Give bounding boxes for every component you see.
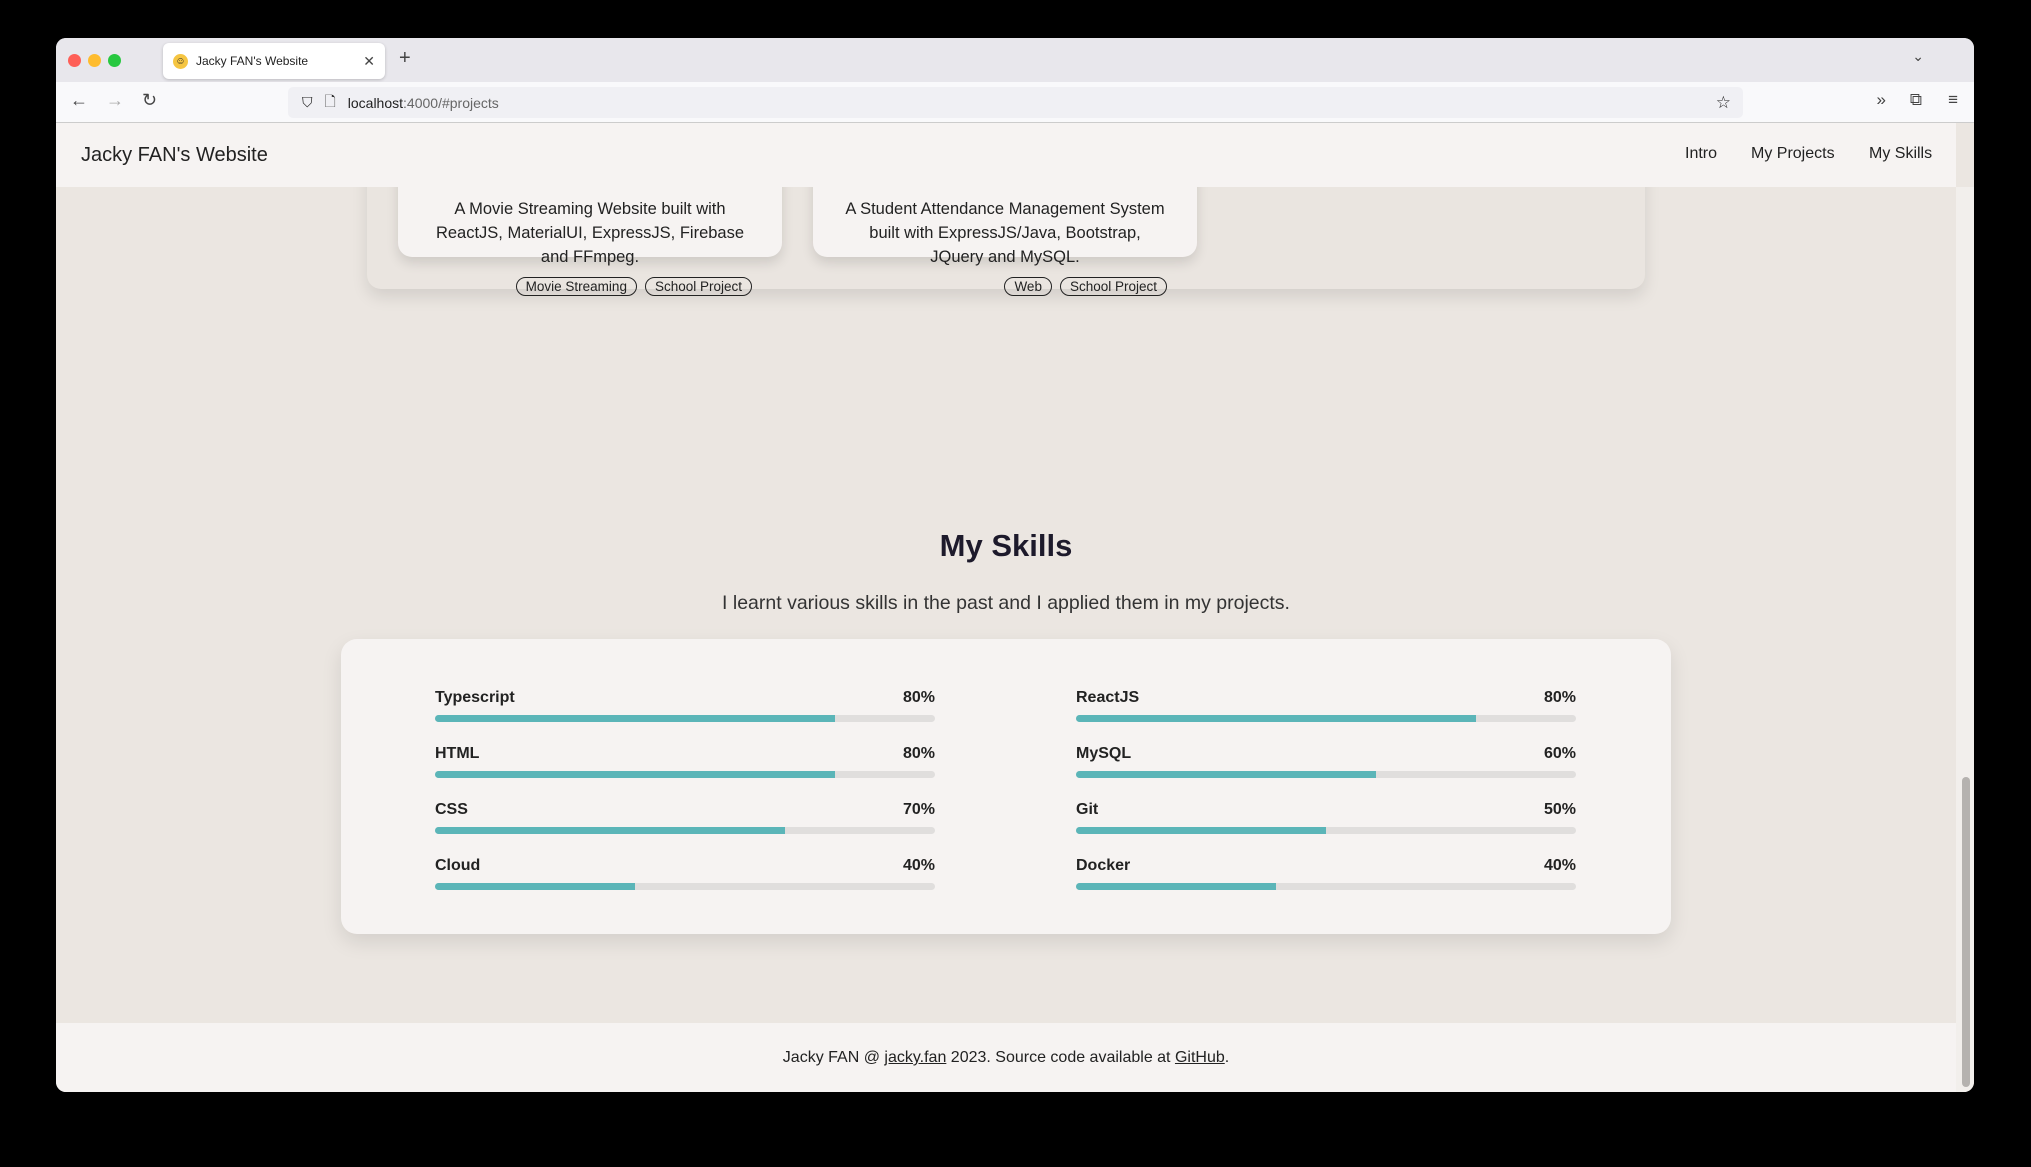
favicon-icon: ☺ — [173, 53, 188, 69]
skill-percent: 40% — [902, 857, 935, 874]
close-window-button[interactable] — [68, 54, 81, 67]
scrollbar-thumb[interactable] — [1962, 777, 1970, 1087]
new-tab-icon[interactable]: + — [399, 47, 411, 70]
reload-icon[interactable]: ↻ — [142, 90, 157, 111]
skill-percent: 70% — [902, 801, 935, 818]
tab-title: Jacky FAN's Website — [196, 54, 309, 68]
menu-icon[interactable]: ≡ — [1948, 90, 1958, 110]
footer-text: Jacky FAN @ — [782, 1049, 885, 1066]
skill-progress-fill — [435, 883, 635, 890]
skill-progress-track — [435, 771, 935, 778]
skills-card: Typescript 80% ReactJS 80% HTML 80% MySQL 60% CS… — [341, 639, 1671, 934]
site-header: Jacky FAN's Website Intro My Projects My… — [56, 123, 1956, 187]
skill-progress-fill — [1076, 827, 1326, 834]
project-description: A Student Attendance Management System b… — [845, 200, 1165, 266]
skill-percent: 50% — [1543, 801, 1576, 818]
skill-progress-track — [1076, 715, 1576, 722]
skill-progress-track — [1076, 827, 1576, 834]
forward-icon[interactable]: → — [106, 90, 124, 111]
skill-name: MySQL — [1076, 745, 1132, 762]
skill-progress-track — [1076, 883, 1576, 890]
skill-name: CSS — [435, 801, 468, 818]
bookmark-star-icon[interactable]: ☆ — [1716, 93, 1731, 113]
browser-window: ☺ Jacky FAN's Website ✕ + ⌄ ← → ↻ ⛉ 🗋 lo… — [56, 38, 1974, 1092]
skill-name: Docker — [1076, 857, 1131, 874]
skill-progress-fill — [1076, 771, 1376, 778]
skill-progress-fill — [435, 827, 785, 834]
page-icon: 🗋 — [324, 92, 336, 109]
back-icon[interactable]: ← — [70, 90, 88, 111]
project-tag: School Project — [1059, 277, 1167, 296]
project-tag: Web — [1004, 277, 1052, 296]
skill-item: Git 50% — [1076, 801, 1576, 847]
skill-percent: 40% — [1543, 857, 1576, 874]
nav-toolbar: ← → ↻ ⛉ 🗋 localhost:4000/#projects ☆ » ⧉… — [56, 82, 1974, 123]
footer-text: 2023. Source code available at — [946, 1049, 1175, 1066]
overflow-chevrons-icon[interactable]: » — [1877, 90, 1886, 110]
extensions-icon[interactable]: ⧉ — [1910, 90, 1922, 110]
minimize-window-button[interactable] — [88, 54, 101, 67]
skills-subtitle: I learnt various skills in the past and … — [722, 592, 1290, 614]
skill-name: HTML — [435, 745, 480, 762]
skill-progress-track — [1076, 771, 1576, 778]
skill-name: Typescript — [435, 689, 515, 706]
skill-percent: 60% — [1543, 745, 1576, 762]
nav-my-projects[interactable]: My Projects — [1751, 145, 1835, 163]
skill-progress-track — [435, 715, 935, 722]
skill-name: Git — [1076, 801, 1099, 818]
skill-item: Cloud 40% — [435, 857, 935, 903]
github-link[interactable]: GitHub — [1175, 1049, 1225, 1066]
skill-percent: 80% — [902, 689, 935, 706]
skill-percent: 80% — [1543, 689, 1576, 706]
page-content: A Movie Streaming Website built with Rea… — [56, 187, 1956, 1023]
skill-progress-fill — [1076, 883, 1276, 890]
project-card[interactable]: A Movie Streaming Website built with Rea… — [398, 187, 782, 296]
skill-progress-fill — [435, 771, 835, 778]
close-tab-icon[interactable]: ✕ — [363, 53, 375, 70]
skill-item: MySQL 60% — [1076, 745, 1576, 791]
skill-item: Typescript 80% — [435, 689, 935, 735]
project-description: A Movie Streaming Website built with Rea… — [435, 200, 745, 266]
shield-icon[interactable]: ⛉ — [302, 94, 313, 111]
footer-text: . — [1224, 1049, 1230, 1066]
tab-bar: ☺ Jacky FAN's Website ✕ + ⌄ — [56, 38, 1974, 82]
project-tag: School Project — [644, 277, 752, 296]
nav-intro[interactable]: Intro — [1685, 145, 1717, 163]
skill-name: Cloud — [435, 857, 481, 874]
url-path: :4000/#projects — [403, 94, 499, 111]
skill-percent: 80% — [902, 745, 935, 762]
skill-progress-fill — [435, 715, 835, 722]
project-card[interactable]: A Student Attendance Management System b… — [813, 187, 1197, 296]
nav-my-skills[interactable]: My Skills — [1869, 145, 1932, 163]
browser-tab[interactable]: ☺ Jacky FAN's Website ✕ — [163, 43, 385, 79]
skill-progress-fill — [1076, 715, 1476, 722]
skill-item: Docker 40% — [1076, 857, 1576, 903]
skill-item: ReactJS 80% — [1076, 689, 1576, 735]
project-tag: Movie Streaming — [515, 277, 637, 296]
skill-item: HTML 80% — [435, 745, 935, 791]
skills-title: My Skills — [939, 528, 1073, 563]
address-bar[interactable]: ⛉ 🗋 localhost:4000/#projects ☆ — [288, 87, 1743, 118]
list-tabs-icon[interactable]: ⌄ — [1912, 48, 1924, 65]
jacky-fan-link[interactable]: jacky.fan — [884, 1049, 946, 1066]
site-footer: Jacky FAN @ jacky.fan 2023. Source code … — [56, 1023, 1956, 1092]
url-host: localhost — [347, 94, 404, 111]
scrollbar[interactable] — [1956, 187, 1974, 1092]
site-brand[interactable]: Jacky FAN's Website — [81, 144, 268, 167]
maximize-window-button[interactable] — [108, 54, 121, 67]
skill-progress-track — [435, 827, 935, 834]
skill-name: ReactJS — [1076, 689, 1140, 706]
skill-progress-track — [435, 883, 935, 890]
skill-item: CSS 70% — [435, 801, 935, 847]
